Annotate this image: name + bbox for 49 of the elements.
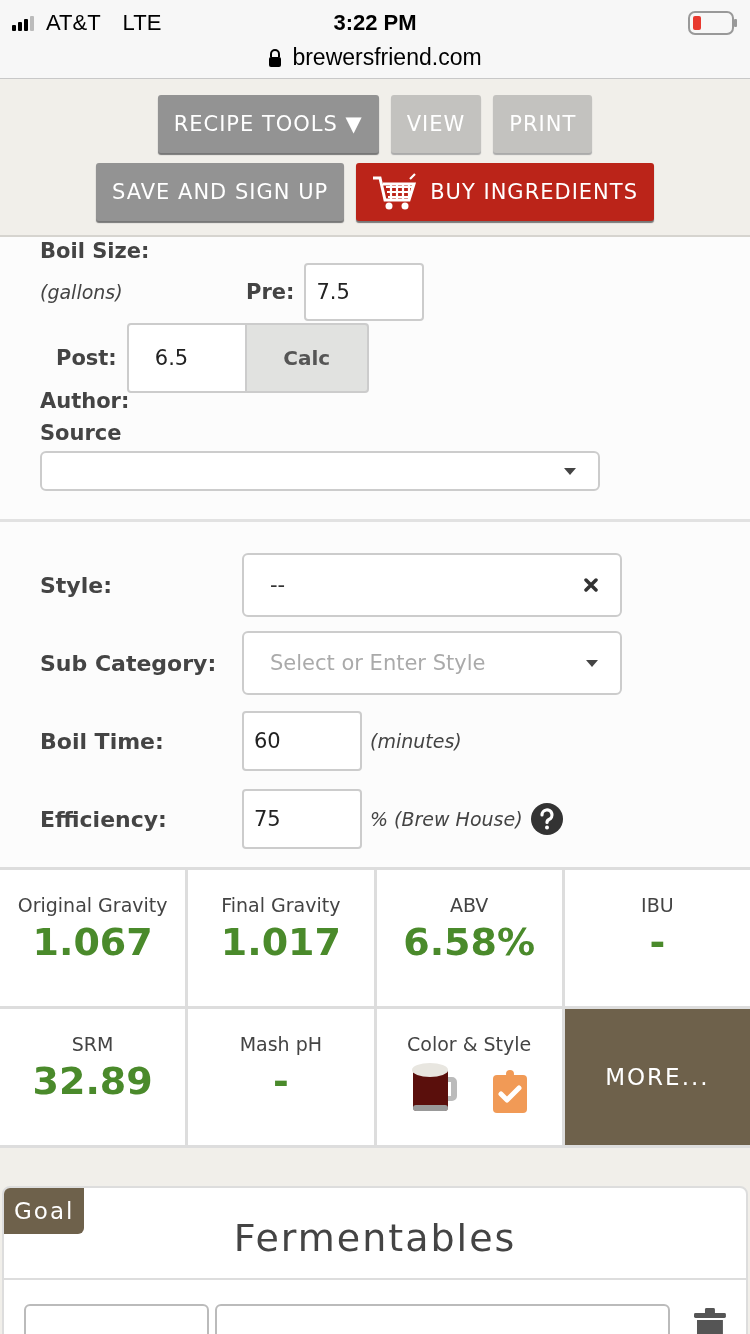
- field-label: Efficiency:: [40, 806, 168, 832]
- stat-value: 32.89: [32, 1059, 153, 1103]
- stat-label: Final Gravity: [221, 894, 341, 916]
- field-label: Source: [40, 421, 123, 445]
- unit-text: % (Brew House): [370, 808, 523, 830]
- url-text[interactable]: brewersfriend.com: [292, 44, 482, 71]
- field-label: Sub Category:: [40, 650, 218, 676]
- lock-icon: [268, 48, 283, 67]
- input-field[interactable]: 60: [242, 711, 362, 771]
- stat-label: SRM: [71, 1033, 114, 1055]
- stat-label: IBU: [641, 894, 674, 916]
- more-button[interactable]: MORE...: [564, 1009, 750, 1145]
- stat-label: Color & Style: [407, 1033, 532, 1055]
- input-field[interactable]: 6.5: [126, 323, 247, 393]
- field-label: Style:: [40, 572, 113, 598]
- select-field[interactable]: --: [242, 553, 622, 617]
- trash-icon[interactable]: [694, 1308, 726, 1334]
- field-label: Boil Time:: [40, 728, 165, 754]
- stat-label: ABV: [449, 894, 489, 916]
- beer-mug-icon: [411, 1061, 460, 1113]
- stat-value: -: [649, 920, 666, 964]
- section-title: Fermentables: [233, 1216, 517, 1260]
- network-text: LTE: [122, 10, 162, 36]
- clock-time: 3:22 PM: [333, 10, 417, 36]
- input-field[interactable]: 75: [242, 789, 362, 849]
- close-icon[interactable]: [584, 578, 598, 592]
- field-label: Pre:: [246, 280, 295, 304]
- input-field[interactable]: 7.5: [304, 263, 425, 321]
- cart-icon: [372, 173, 419, 211]
- unit-text: (gallons): [40, 281, 124, 303]
- buy-ingredients-button[interactable]: BUY INGREDIENTS: [356, 163, 654, 221]
- select-field[interactable]: [40, 451, 600, 491]
- caret-icon: [586, 659, 598, 667]
- unit-text: (minutes): [370, 730, 462, 752]
- stat-value: 1.017: [220, 920, 341, 964]
- stat-value: 1.067: [32, 920, 153, 964]
- clipboard-check-icon: [493, 1069, 528, 1113]
- calc-button[interactable]: Calc: [246, 323, 369, 393]
- battery-icon: [688, 11, 738, 35]
- stat-label: Mash pH: [239, 1033, 323, 1055]
- caret-icon: [564, 467, 576, 475]
- stat-value: 6.58%: [403, 920, 536, 964]
- field-label: Boil Size:: [40, 239, 151, 263]
- goal-badge: Goal: [4, 1188, 85, 1234]
- stat-value: -: [273, 1059, 289, 1103]
- field-label: Post:: [56, 346, 117, 370]
- carrier-text: AT&T: [46, 10, 101, 36]
- stat-label: Original Gravity: [17, 894, 168, 916]
- help-icon[interactable]: [530, 803, 563, 835]
